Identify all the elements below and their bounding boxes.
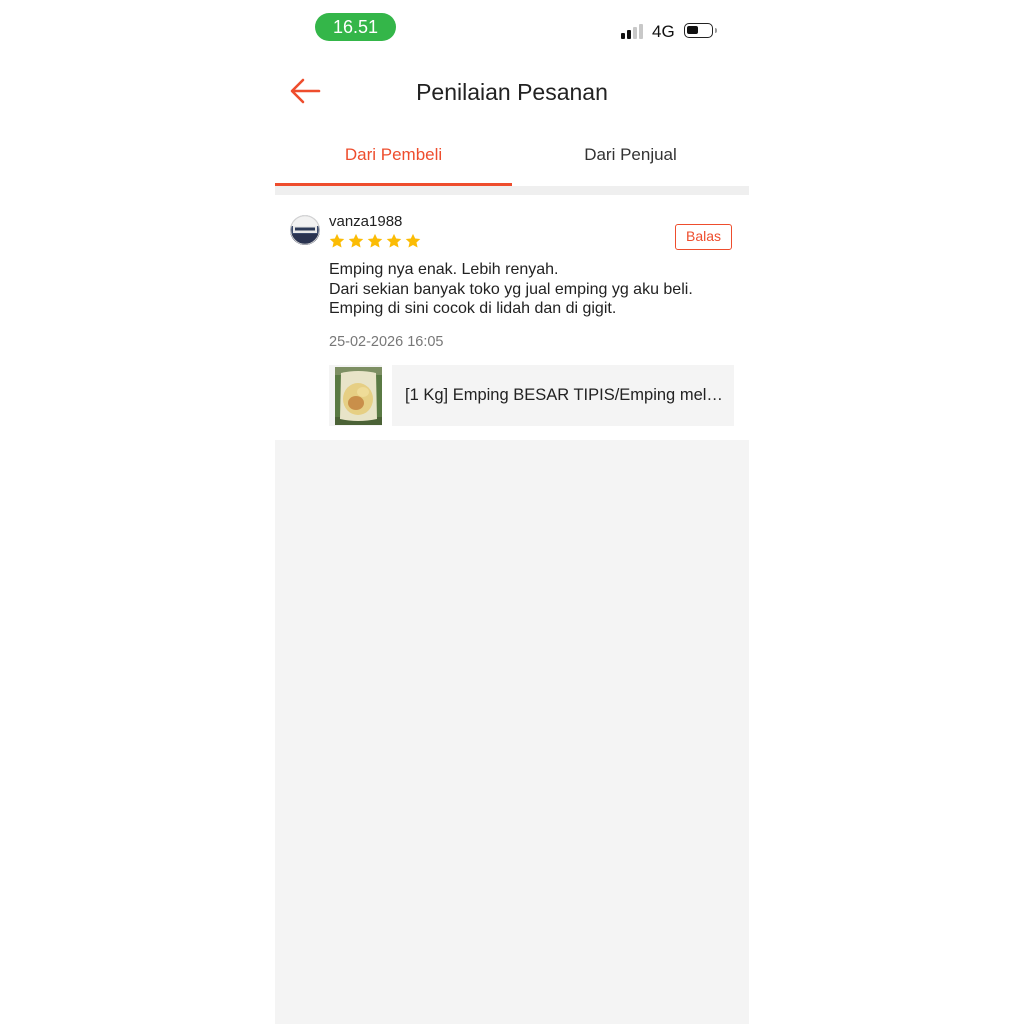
star-rating bbox=[328, 232, 422, 250]
battery-icon bbox=[684, 23, 717, 38]
comment-line: Emping di sini cocok di lidah dan di gig… bbox=[329, 300, 617, 317]
tab-dari-pembeli[interactable]: Dari Pembeli bbox=[275, 144, 512, 184]
phone-screen: 16.51 4G Penilaian Pesanan Dari Pembeli … bbox=[275, 0, 749, 1024]
thumbnail-divider bbox=[382, 365, 392, 426]
star-icon bbox=[405, 233, 421, 248]
reply-button[interactable]: Balas bbox=[675, 224, 732, 250]
section-divider bbox=[275, 186, 749, 195]
star-icon bbox=[348, 233, 364, 248]
tab-dari-penjual[interactable]: Dari Penjual bbox=[512, 144, 749, 184]
signal-icon bbox=[621, 23, 645, 39]
empty-content-area bbox=[275, 440, 749, 1024]
comment-line: Emping nya enak. Lebih renyah. bbox=[329, 261, 559, 278]
status-time: 16.51 bbox=[315, 13, 396, 41]
product-name: [1 Kg] Emping BESAR TIPIS/Emping melinjo bbox=[405, 386, 725, 404]
avatar[interactable] bbox=[290, 215, 320, 245]
review-date: 25-02-2026 16:05 bbox=[329, 334, 444, 350]
product-card[interactable]: [1 Kg] Emping BESAR TIPIS/Emping melinjo bbox=[329, 365, 734, 426]
product-thumbnail bbox=[335, 367, 382, 425]
star-icon bbox=[329, 233, 345, 248]
review-comment: Emping nya enak. Lebih renyah. Dari seki… bbox=[329, 260, 739, 319]
network-type: 4G bbox=[652, 22, 675, 41]
page-title: Penilaian Pesanan bbox=[416, 79, 608, 105]
star-icon bbox=[367, 233, 383, 248]
star-icon bbox=[386, 233, 402, 248]
reviewer-username: vanza1988 bbox=[329, 213, 403, 230]
comment-line: Dari sekian banyak toko yg jual emping y… bbox=[329, 280, 693, 298]
